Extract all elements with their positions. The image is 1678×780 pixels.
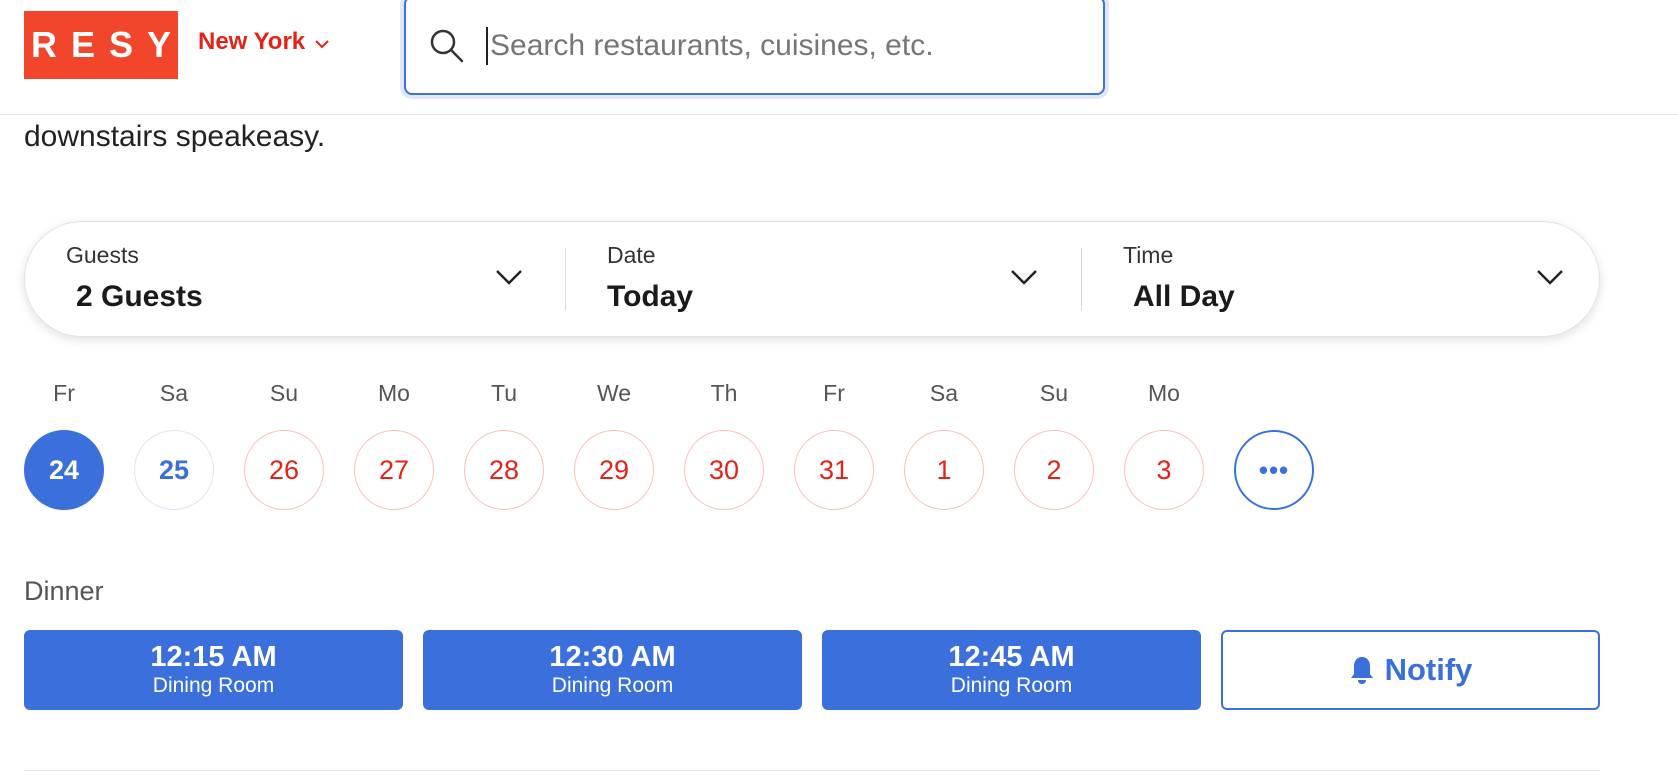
day-button[interactable]: 29 [574,430,654,510]
slot-room: Dining Room [152,674,275,697]
site-header: RESY New York [0,0,1678,115]
day-button[interactable]: 25 [134,430,214,510]
slot-room: Dining Room [551,674,674,697]
day-name: Tu [491,380,517,406]
day-item: ••• [1234,380,1314,510]
time-dropdown[interactable]: Time All Day [1082,222,1600,338]
chevron-down-icon [1537,270,1563,285]
day-name: Mo [378,380,410,406]
day-name: We [596,380,632,406]
day-button[interactable]: 30 [684,430,764,510]
section-divider [24,770,1600,771]
day-item: Fr 24 [24,380,104,510]
day-name: Sa [929,380,959,406]
day-name: Su [1039,380,1069,406]
day-button[interactable]: 31 [794,430,874,510]
day-name: Mo [1148,380,1180,406]
reservation-selector: Guests 2 Guests Date Today Time All Day [24,221,1600,337]
resy-logo[interactable]: RESY [24,11,178,79]
day-item: Su 2 [1014,380,1094,510]
time-slot-button[interactable]: 12:15 AM Dining Room [24,630,403,710]
search-input[interactable] [486,26,1046,65]
chevron-down-icon [496,270,522,285]
day-item: Th 30 [684,380,764,510]
day-item: Fr 31 [794,380,874,510]
time-slot-button[interactable]: 12:30 AM Dining Room [423,630,802,710]
day-name: Th [710,380,738,406]
day-name: Fr [53,380,75,406]
slot-time: 12:30 AM [549,641,676,673]
day-button[interactable]: 1 [904,430,984,510]
slot-room: Dining Room [950,674,1073,697]
day-item: Mo 3 [1124,380,1204,510]
time-label: Time [1123,242,1174,268]
bell-icon [1350,657,1373,684]
city-selector[interactable]: New York [198,28,329,56]
day-name: Su [269,380,299,406]
day-button[interactable]: 24 [24,430,104,510]
notify-button[interactable]: Notify [1221,630,1600,710]
time-slot-button[interactable]: 12:45 AM Dining Room [822,630,1201,710]
day-button[interactable]: 26 [244,430,324,510]
date-dropdown[interactable]: Date Today [566,222,1081,338]
city-label: New York [198,28,306,55]
guests-value: 2 Guests [76,280,203,313]
time-value: All Day [1133,280,1235,313]
more-dates-button[interactable]: ••• [1234,430,1314,510]
notify-label: Notify [1384,652,1473,687]
venue-description: downstairs speakeasy. [24,120,326,153]
date-value: Today [607,280,694,313]
day-item: Su 26 [244,380,324,510]
guests-dropdown[interactable]: Guests 2 Guests [25,222,565,338]
day-item: Sa 25 [134,380,214,510]
slot-time: 12:15 AM [150,641,277,673]
slot-time: 12:45 AM [948,641,1075,673]
day-item: Sa 1 [904,380,984,510]
day-item: Mo 27 [354,380,434,510]
day-name: Sa [159,380,189,406]
day-name: Fr [823,380,845,406]
day-button[interactable]: 28 [464,430,544,510]
search-icon [428,27,466,65]
meal-period-label: Dinner [24,576,104,606]
day-item: We 29 [574,380,654,510]
chevron-down-icon [315,39,329,48]
chevron-down-icon [1011,270,1037,285]
search-box[interactable] [404,0,1105,95]
date-label: Date [607,242,656,268]
day-button[interactable]: 2 [1014,430,1094,510]
day-button[interactable]: 27 [354,430,434,510]
guests-label: Guests [66,242,139,268]
day-item: Tu 28 [464,380,544,510]
day-button[interactable]: 3 [1124,430,1204,510]
